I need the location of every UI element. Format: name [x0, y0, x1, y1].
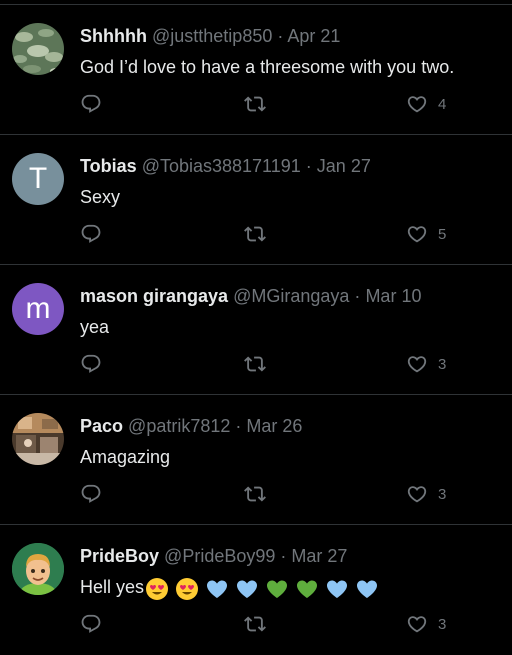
separator-dot: ·: [305, 156, 312, 176]
like-count: 3: [438, 485, 447, 503]
post-date[interactable]: Apr 21: [287, 26, 340, 46]
like-count: 4: [438, 95, 447, 113]
action-bar: 3: [80, 349, 460, 379]
repost-button[interactable]: [244, 349, 266, 379]
heart-icon: [407, 486, 427, 503]
display-name[interactable]: mason girangaya: [80, 286, 228, 306]
reply-text: God I’d love to have a threesome with yo…: [80, 57, 455, 77]
repost-icon: [244, 616, 266, 632]
repost-button[interactable]: [244, 89, 266, 119]
avatar-letter: m: [25, 292, 51, 325]
reply-text: Hell yes: [80, 575, 379, 601]
reply-button[interactable]: [80, 479, 102, 509]
reply-header: Shhhhh @justthetip850 · Apr 21: [80, 25, 340, 47]
reply-item[interactable]: PrideBoy @PrideBoy99 · Mar 27 Hell yes 3: [0, 525, 512, 655]
post-date[interactable]: Mar 26: [246, 416, 302, 436]
avatar[interactable]: T: [12, 153, 64, 205]
like-button[interactable]: 4: [406, 89, 446, 119]
blue-heart-emoji: [237, 580, 258, 598]
separator-dot: ·: [277, 26, 284, 46]
reply-icon: [81, 484, 101, 503]
reply-header: mason girangaya @MGirangaya · Mar 10: [80, 285, 421, 307]
post-date[interactable]: Mar 27: [291, 546, 347, 566]
avatar-letter: T: [28, 162, 48, 195]
user-handle[interactable]: @MGirangaya: [233, 286, 349, 306]
avatar[interactable]: [12, 23, 64, 75]
like-button[interactable]: 3: [406, 609, 446, 639]
reply-icon: [81, 614, 101, 633]
repost-icon: [244, 226, 266, 242]
reply-item[interactable]: T Tobias @Tobias388171191 · Jan 27 Sexy …: [0, 135, 512, 265]
repost-icon: [244, 96, 266, 112]
heart-icon: [407, 356, 427, 373]
reply-item[interactable]: Shhhhh @justthetip850 · Apr 21 God I’d l…: [0, 5, 512, 135]
like-button[interactable]: 3: [406, 349, 446, 379]
action-bar: 3: [80, 609, 460, 639]
action-bar: 5: [80, 219, 460, 249]
repost-button[interactable]: [244, 609, 266, 639]
heart-eyes-emoji: [146, 577, 169, 600]
blue-heart-emoji: [357, 580, 378, 598]
blue-heart-emoji: [327, 580, 348, 598]
reply-icon: [81, 94, 101, 113]
separator-dot: ·: [235, 416, 242, 436]
reply-item[interactable]: Paco @patrik7812 · Mar 26 Amagazing 3: [0, 395, 512, 525]
like-button[interactable]: 3: [406, 479, 446, 509]
green-heart-emoji: [267, 580, 288, 598]
avatar[interactable]: [12, 413, 64, 465]
reply-header: Tobias @Tobias388171191 · Jan 27: [80, 155, 371, 177]
reply-button[interactable]: [80, 609, 102, 639]
post-date[interactable]: Jan 27: [317, 156, 371, 176]
reply-button[interactable]: [80, 219, 102, 249]
blue-heart-emoji: [207, 580, 228, 598]
like-count: 3: [438, 615, 447, 633]
reply-header: PrideBoy @PrideBoy99 · Mar 27: [80, 545, 347, 567]
action-bar: 3: [80, 479, 460, 509]
action-bar: 4: [80, 89, 460, 119]
avatar[interactable]: [12, 543, 64, 595]
repost-button[interactable]: [244, 479, 266, 509]
display-name[interactable]: Paco: [80, 416, 123, 436]
avatar[interactable]: m: [12, 283, 64, 335]
like-count: 3: [438, 355, 447, 373]
reply-header: Paco @patrik7812 · Mar 26: [80, 415, 302, 437]
user-handle[interactable]: @justthetip850: [152, 26, 272, 46]
reply-icon: [81, 354, 101, 373]
like-button[interactable]: 5: [406, 219, 446, 249]
green-heart-emoji: [297, 580, 318, 598]
repost-icon: [244, 356, 266, 372]
reply-text-words: Hell yes: [80, 577, 145, 597]
heart-icon: [407, 96, 427, 113]
heart-eyes-emoji: [176, 577, 199, 600]
separator-dot: ·: [354, 286, 361, 306]
display-name[interactable]: PrideBoy: [80, 546, 159, 566]
post-date[interactable]: Mar 10: [365, 286, 421, 306]
emoji-row: [144, 576, 379, 601]
separator-dot: ·: [280, 546, 287, 566]
heart-icon: [407, 226, 427, 243]
heart-icon: [407, 616, 427, 633]
reply-item[interactable]: m mason girangaya @MGirangaya · Mar 10 y…: [0, 265, 512, 395]
display-name[interactable]: Shhhhh: [80, 26, 147, 46]
reply-text: Amagazing: [80, 447, 171, 467]
repost-icon: [244, 486, 266, 502]
reply-icon: [81, 224, 101, 243]
reply-text: Sexy: [80, 187, 121, 207]
user-handle[interactable]: @patrik7812: [128, 416, 230, 436]
display-name[interactable]: Tobias: [80, 156, 137, 176]
reply-text: yea: [80, 317, 110, 337]
like-count: 5: [438, 225, 447, 243]
repost-button[interactable]: [244, 219, 266, 249]
user-handle[interactable]: @Tobias388171191: [142, 156, 301, 176]
reply-button[interactable]: [80, 89, 102, 119]
user-handle[interactable]: @PrideBoy99: [164, 546, 275, 566]
reply-button[interactable]: [80, 349, 102, 379]
